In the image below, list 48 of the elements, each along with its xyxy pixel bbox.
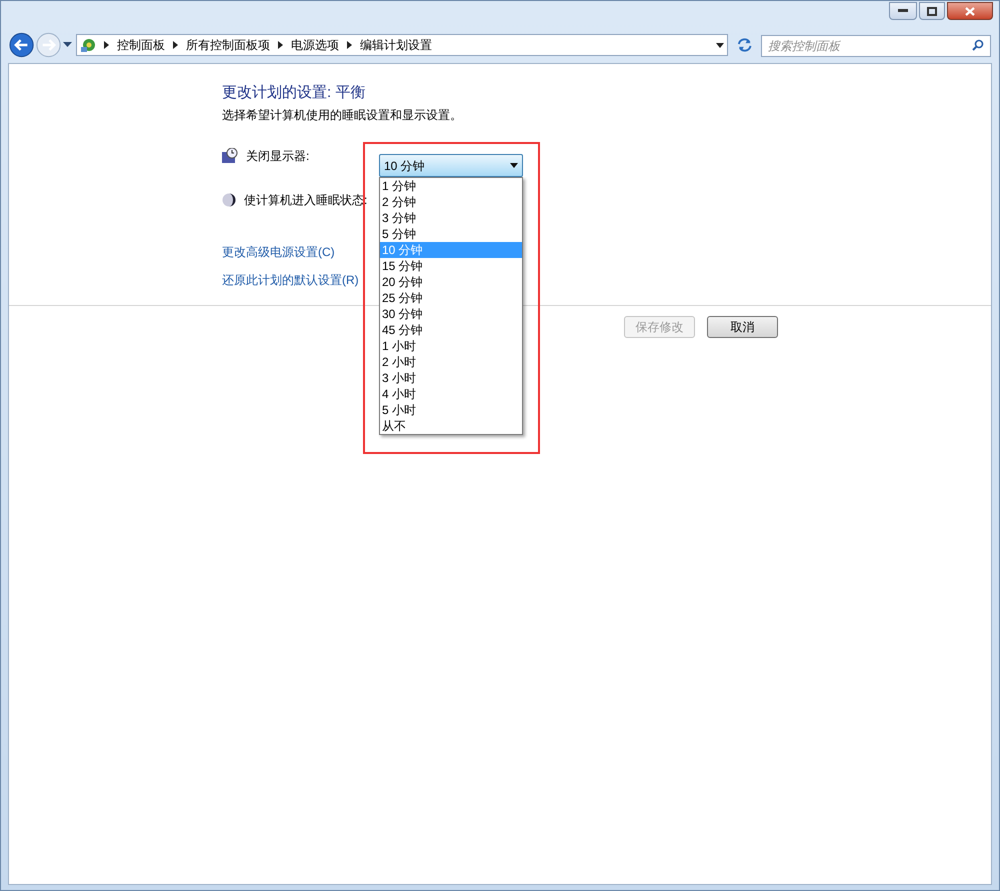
dropdown-option[interactable]: 45 分钟 xyxy=(380,322,522,338)
refresh-icon[interactable] xyxy=(736,37,753,53)
minimize-button[interactable] xyxy=(889,2,917,20)
dropdown-option[interactable]: 5 小时 xyxy=(380,402,522,418)
dropdown-option[interactable]: 1 小时 xyxy=(380,338,522,354)
history-dropdown-icon[interactable] xyxy=(63,42,72,48)
search-field[interactable]: 搜索控制面板 xyxy=(761,35,991,57)
minimize-icon xyxy=(898,9,908,13)
page-subtitle: 选择希望计算机使用的睡眠设置和显示设置。 xyxy=(222,107,463,123)
caret-icon xyxy=(510,163,518,168)
cancel-button[interactable]: 取消 xyxy=(707,316,778,338)
close-button[interactable] xyxy=(947,2,993,20)
dropdown-option[interactable]: 2 小时 xyxy=(380,354,522,370)
breadcrumb-item[interactable]: 控制面板 xyxy=(116,36,165,54)
monitor-clock-icon xyxy=(222,148,238,164)
breadcrumb-arrow-icon[interactable] xyxy=(104,41,109,49)
link[interactable]: 还原此计划的默认设置(R) xyxy=(222,272,359,288)
setting-label: 使计算机进入睡眠状态: xyxy=(244,192,368,209)
link[interactable]: 更改高级电源设置(C) xyxy=(222,244,335,260)
breadcrumb-item[interactable]: 编辑计划设置 xyxy=(360,36,432,54)
dropdown-option[interactable]: 2 分钟 xyxy=(380,194,522,210)
dropdown-option[interactable]: 25 分钟 xyxy=(380,290,522,306)
moon-icon xyxy=(222,193,236,207)
setting-label: 关闭显示器: xyxy=(246,148,310,165)
breadcrumb-item[interactable]: 所有控制面板项 xyxy=(186,36,270,54)
breadcrumb-arrow-icon[interactable] xyxy=(346,41,352,49)
dropdown-option[interactable]: 5 分钟 xyxy=(380,226,522,242)
dropdown[interactable]: 10 分钟 xyxy=(379,154,523,177)
dropdown-option[interactable]: 从不 xyxy=(380,418,522,434)
dropdown-option[interactable]: 20 分钟 xyxy=(380,274,522,290)
search-icon xyxy=(972,39,984,51)
address-bar[interactable]: 控制面板 所有控制面板项 电源选项 编辑计划设置 xyxy=(76,34,728,56)
control-panel-icon xyxy=(80,37,98,53)
page-title: 更改计划的设置: 平衡 xyxy=(222,83,366,103)
breadcrumb-arrow-icon[interactable] xyxy=(172,41,178,49)
dropdown-option[interactable]: 3 小时 xyxy=(380,370,522,386)
maximize-icon xyxy=(927,6,937,16)
dropdown-option[interactable]: 15 分钟 xyxy=(380,258,522,274)
breadcrumb-item[interactable]: 电源选项 xyxy=(290,36,339,54)
dropdown-option[interactable]: 4 小时 xyxy=(380,386,522,402)
dropdown-option[interactable]: 30 分钟 xyxy=(380,306,522,322)
close-icon xyxy=(965,6,975,16)
maximize-button[interactable] xyxy=(919,2,945,20)
dropdown-option[interactable]: 1 分钟 xyxy=(380,178,522,194)
dropdown-option[interactable]: 3 分钟 xyxy=(380,210,522,226)
breadcrumb-arrow-icon[interactable] xyxy=(278,41,283,49)
address-dropdown-icon[interactable] xyxy=(716,42,724,48)
back-button[interactable] xyxy=(9,32,34,58)
